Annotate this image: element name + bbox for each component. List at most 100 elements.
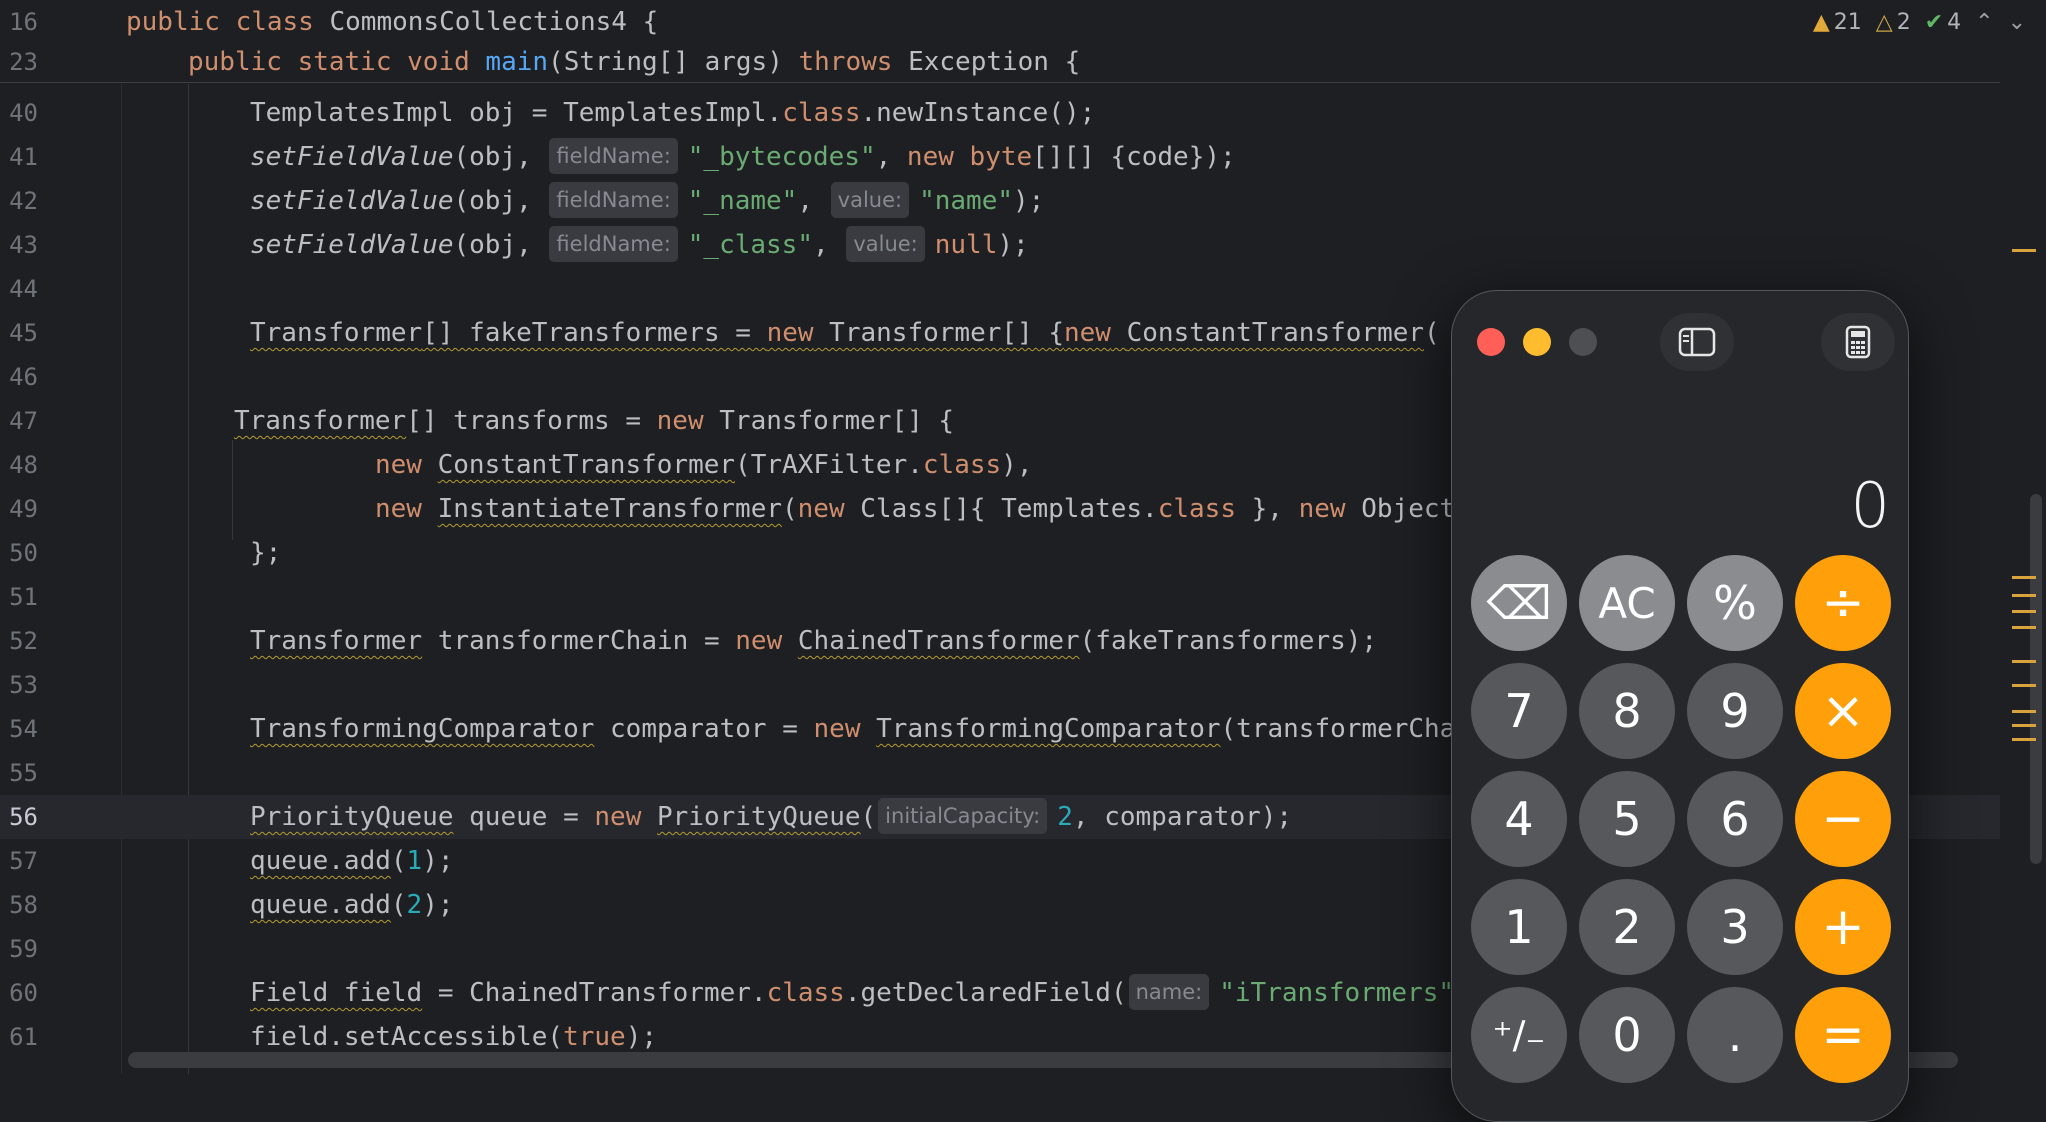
digit-4-button[interactable]: 4 <box>1471 771 1567 867</box>
error-stripe-mark[interactable] <box>2012 249 2036 252</box>
line-number: 45 <box>9 319 38 347</box>
error-stripe-mark[interactable] <box>2012 610 2036 613</box>
backspace-button[interactable]: ⌫ <box>1471 555 1567 651</box>
param-hint: name: <box>1128 973 1210 1010</box>
line-number: 46 <box>9 363 38 391</box>
calculator-mode-button[interactable] <box>1821 313 1895 371</box>
code-line-40[interactable]: 40 TemplatesImpl obj = TemplatesImpl.cla… <box>0 91 2000 135</box>
digit-2-button[interactable]: 2 <box>1579 879 1675 975</box>
line-number: 51 <box>9 583 38 611</box>
code-line-41[interactable]: 41 setFieldValue(obj, fieldName: "_byteco… <box>0 135 2000 179</box>
decimal-button[interactable]: . <box>1687 987 1783 1083</box>
line-number: 56 <box>9 803 38 831</box>
code-text: Field field = ChainedTransformer.class.g… <box>250 971 1454 1015</box>
line-number: 57 <box>9 847 38 875</box>
zoom-button[interactable] <box>1569 328 1597 356</box>
negate-button[interactable]: ⁺∕₋ <box>1471 987 1567 1083</box>
scrollbar-thumb[interactable] <box>2030 494 2042 864</box>
inspection-status[interactable]: ▲ 21 △ 2 ✔ 4 ⌃ ⌄ <box>1813 4 2026 40</box>
code-text: queue.add(2); <box>250 890 454 920</box>
error-stripe-mark[interactable] <box>2012 594 2036 597</box>
line-number: 50 <box>9 539 38 567</box>
error-stripe-mark[interactable] <box>2012 684 2036 687</box>
line-number: 55 <box>9 759 38 787</box>
minimize-button[interactable] <box>1523 328 1551 356</box>
equals-button[interactable]: = <box>1795 987 1891 1083</box>
line-number: 53 <box>9 671 38 699</box>
minus-button[interactable]: − <box>1795 771 1891 867</box>
param-hint: initialCapacity: <box>878 797 1048 834</box>
sidebar-toggle-button[interactable] <box>1660 313 1734 371</box>
code-text: TransformingComparator comparator = new … <box>250 714 1456 744</box>
warnings-indicator[interactable]: ▲ 21 <box>1813 10 1862 35</box>
code-text: setFieldValue(obj, fieldName: "_name", va… <box>250 179 1044 223</box>
code-text: new InstantiateTransformer(new Class[]{ … <box>375 494 1456 524</box>
digit-1-button[interactable]: 1 <box>1471 879 1567 975</box>
weak-warnings-indicator[interactable]: △ 2 <box>1876 10 1911 35</box>
plus-button[interactable]: + <box>1795 879 1891 975</box>
line-number: 54 <box>9 715 38 743</box>
code-text: queue.add(1); <box>250 846 454 876</box>
code-text: PriorityQueue queue = new PriorityQueue(… <box>250 795 1292 839</box>
digit-7-button[interactable]: 7 <box>1471 663 1567 759</box>
line-number: 47 <box>9 407 38 435</box>
weak-warning-icon: △ <box>1875 9 1893 35</box>
multiply-button[interactable]: × <box>1795 663 1891 759</box>
code-text: Transformer transformerChain = new Chain… <box>250 626 1378 656</box>
error-stripe-mark[interactable] <box>2012 724 2036 727</box>
error-stripe-mark[interactable] <box>2012 576 2036 579</box>
line-number: 48 <box>9 451 38 479</box>
digit-9-button[interactable]: 9 <box>1687 663 1783 759</box>
param-hint: fieldName: <box>549 181 678 218</box>
line-number: 49 <box>9 495 38 523</box>
code-text: new ConstantTransformer(TrAXFilter.class… <box>375 450 1033 480</box>
code-text: public class CommonsCollections4 { <box>126 7 659 37</box>
all-clear-button[interactable]: AC <box>1579 555 1675 651</box>
line-number: 58 <box>9 891 38 919</box>
param-hint: value: <box>846 225 925 262</box>
line-number: 44 <box>9 275 38 303</box>
calculator-icon <box>1845 325 1871 359</box>
line-number: 42 <box>9 187 38 215</box>
line-number: 16 <box>9 8 38 36</box>
calculator-display: 0 <box>1850 469 1890 542</box>
line-number: 40 <box>9 99 38 127</box>
warning-icon: ▲ <box>1812 9 1830 35</box>
vertical-scrollbar[interactable] <box>2002 84 2046 1080</box>
error-stripe-mark[interactable] <box>2012 626 2036 629</box>
code-text: TemplatesImpl obj = TemplatesImpl.class.… <box>250 98 1096 128</box>
error-stripe-mark[interactable] <box>2012 710 2036 713</box>
sticky-line-23[interactable]: 23 public static void main(String[] args… <box>0 40 2000 84</box>
error-stripe-mark[interactable] <box>2012 660 2036 663</box>
param-hint: fieldName: <box>549 225 678 262</box>
sticky-divider <box>0 82 2000 83</box>
divide-button[interactable]: ÷ <box>1795 555 1891 651</box>
line-number: 60 <box>9 979 38 1007</box>
code-text: Transformer[] fakeTransformers = new Tra… <box>250 318 1440 348</box>
code-text: public static void main(String[] args) t… <box>188 47 1081 77</box>
code-line-42[interactable]: 42 setFieldValue(obj, fieldName: "_name",… <box>0 179 2000 223</box>
line-number: 61 <box>9 1023 38 1051</box>
digit-5-button[interactable]: 5 <box>1579 771 1675 867</box>
line-number: 41 <box>9 143 38 171</box>
digit-0-button[interactable]: 0 <box>1579 987 1675 1083</box>
digit-8-button[interactable]: 8 <box>1579 663 1675 759</box>
digit-6-button[interactable]: 6 <box>1687 771 1783 867</box>
sticky-line-16[interactable]: 16 public class CommonsCollections4 { <box>0 0 2000 44</box>
calculator-window[interactable]: 0 ⌫ AC % ÷ 7 8 9 × 4 5 6 − 1 2 3 + ⁺∕₋ 0… <box>1451 290 1909 1122</box>
code-line-43[interactable]: 43 setFieldValue(obj, fieldName: "_class"… <box>0 223 2000 267</box>
chevron-up-icon[interactable]: ⌃ <box>1975 10 1993 35</box>
line-number: 43 <box>9 231 38 259</box>
error-stripe-mark[interactable] <box>2012 738 2036 741</box>
param-hint: value: <box>830 181 910 218</box>
line-number: 23 <box>9 48 38 76</box>
code-text: }; <box>250 538 282 568</box>
digit-3-button[interactable]: 3 <box>1687 879 1783 975</box>
chevron-down-icon[interactable]: ⌄ <box>2008 10 2026 35</box>
code-text: setFieldValue(obj, fieldName: "_bytecodes… <box>250 135 1236 179</box>
line-number: 52 <box>9 627 38 655</box>
close-button[interactable] <box>1477 328 1505 356</box>
percent-button[interactable]: % <box>1687 555 1783 651</box>
sidebar-icon <box>1678 327 1716 357</box>
checks-indicator[interactable]: ✔ 4 <box>1925 10 1961 35</box>
